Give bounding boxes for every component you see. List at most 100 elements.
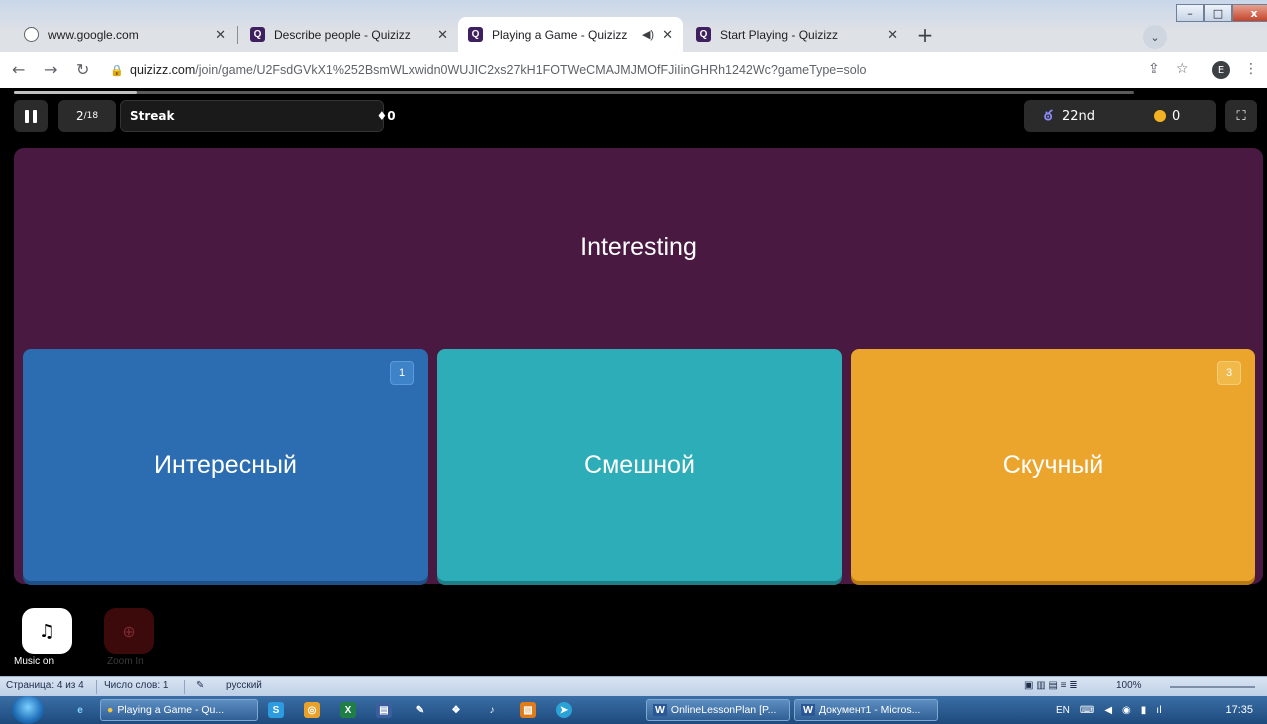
rank-value: 22nd [1062,108,1096,124]
taskbar-item-label: Документ1 - Micros... [818,704,921,716]
maximize-icon[interactable]: □ [1204,4,1232,22]
quizizz-icon: Q [250,27,265,42]
browser-toolbar: ← → ↻ 🔒 quizizz.com/join/game/U2FsdGVkX1… [0,52,1267,88]
media-icon[interactable]: ♪ [484,702,500,718]
clock[interactable]: 17:35 [1225,704,1253,716]
tab-describe-people[interactable]: Q Describe people - Quizizz ✕ [240,17,458,52]
word-status-bar: Страница: 4 из 4 Число слов: 1 ✎ русский… [0,676,1267,696]
page-count[interactable]: Страница: 4 из 4 [6,680,84,691]
progress-bar [14,91,1134,94]
paint-icon[interactable]: ✎ [412,702,428,718]
windows-taskbar: e ● Playing a Game - Qu... S ◎ X ▤ ✎ ❖ ♪… [0,696,1267,724]
proofing-icon[interactable]: ✎ [196,680,204,691]
network-app-icon[interactable]: ❖ [448,702,464,718]
globe-icon [24,27,39,42]
tab-google[interactable]: www.google.com ✕ [14,17,236,52]
fullscreen-icon: ⛶ [1236,108,1246,124]
zoom-in-button[interactable]: ⊕ [104,608,154,654]
save-icon[interactable]: ▤ [376,702,392,718]
answer-option-1[interactable]: Интересный 1 [23,349,428,581]
pause-button[interactable] [14,100,48,132]
word-icon: W [801,704,815,716]
tab-title: www.google.com [48,27,139,42]
answer-option-3[interactable]: Скучный 3 [851,349,1255,581]
tab-playing-game[interactable]: Q Playing a Game - Quizizz ◀︎) ✕ [458,17,683,52]
zoom-level[interactable]: 100% [1116,680,1142,691]
volume-icon[interactable]: ◀︎ [1104,705,1112,716]
profile-avatar[interactable]: E [1212,61,1230,79]
minimize-icon[interactable]: – [1176,4,1204,22]
taskbar-item-word-document[interactable]: W Документ1 - Micros... [794,699,938,721]
url-domain: quizizz.com [130,63,196,77]
language-indicator[interactable]: русский [226,680,262,691]
fullscreen-button[interactable]: ⛶ [1225,100,1257,132]
browser-chrome: www.google.com ✕ Q Describe people - Qui… [0,0,1267,88]
ie-icon[interactable]: e [72,702,88,718]
tab-search-icon[interactable]: ⌄ [1143,25,1167,49]
share-icon[interactable]: ⇪ [1148,61,1160,77]
quizizz-icon: Q [696,27,711,42]
window-controls: – □ x [1176,4,1267,22]
image-viewer-icon[interactable]: ▧ [520,702,536,718]
question-number: 2 [75,109,84,123]
view-buttons-icon[interactable]: ▣ ▥ ▤ ≡ ≣ [1024,680,1078,691]
music-note-icon: ♫ [38,620,56,642]
language-indicator[interactable]: EN [1056,705,1070,716]
medal-icon: ఠ [1044,108,1053,124]
chrome-icon: ● [107,704,114,716]
coins-badge: 0 [1142,100,1216,132]
option-text: Интересный [154,450,297,479]
answer-option-2[interactable]: Смешной [437,349,842,581]
tab-separator [237,26,238,44]
tab-close-icon[interactable]: ✕ [887,27,898,43]
tab-close-icon[interactable]: ✕ [662,27,673,43]
option-text: Скучный [1002,450,1104,479]
status-divider [96,680,97,694]
network-icon[interactable]: ◉ [1122,705,1131,716]
tab-title: Start Playing - Quizizz [720,27,839,42]
url-path: /join/game/U2FsdGVkX1%252BsmWLxwidn0WUJI… [195,63,867,77]
keyboard-icon[interactable]: ⌨ [1080,705,1094,716]
question-counter: 2/18 [58,100,116,132]
tab-title: Playing a Game - Quizizz [492,27,628,42]
excel-icon[interactable]: X [340,702,356,718]
signal-icon[interactable]: ıl [1156,705,1162,716]
zoom-in-icon: ⊕ [122,621,136,641]
tab-start-playing[interactable]: Q Start Playing - Quizizz ✕ [686,17,908,52]
game-page: 2/18 Streak ♦0 ఠ 22nd 0 ⛶ Interesting Ин… [0,88,1267,676]
bookmark-star-icon[interactable]: ☆ [1176,61,1189,77]
new-tab-button[interactable]: + [912,22,938,48]
taskbar-item-label: Playing a Game - Qu... [117,704,225,716]
option-key-badge: 3 [1217,361,1241,385]
window-close-icon[interactable]: x [1232,4,1267,22]
music-toggle-button[interactable]: ♫ [22,608,72,654]
streak-count-value: 0 [387,109,396,123]
back-icon[interactable]: ← [12,60,25,79]
question-text: Interesting [580,233,697,261]
zoom-slider[interactable] [1170,686,1255,688]
menu-kebab-icon[interactable]: ⋮ [1244,61,1258,77]
reload-icon[interactable]: ↻ [76,60,89,79]
address-bar[interactable]: 🔒 quizizz.com/join/game/U2FsdGVkX1%252Bs… [110,58,1190,82]
tab-close-icon[interactable]: ✕ [437,27,448,43]
telegram-icon[interactable]: ➤ [556,702,572,718]
tab-close-icon[interactable]: ✕ [215,27,226,43]
lock-icon: 🔒 [110,64,124,77]
start-button[interactable] [12,696,44,724]
streak-label: Streak [130,109,175,123]
word-count[interactable]: Число слов: 1 [104,680,168,691]
battery-icon[interactable]: ▮ [1141,705,1147,716]
option-key-badge: 1 [390,361,414,385]
skype-icon[interactable]: S [268,702,284,718]
taskbar-item-chrome[interactable]: ● Playing a Game - Qu... [100,699,258,721]
speaker-icon[interactable]: ◀︎) [642,28,654,41]
forward-icon[interactable]: → [44,60,57,79]
question-total: /18 [83,111,99,121]
taskbar-item-word-lessonplan[interactable]: W OnlineLessonPlan [P... [646,699,790,721]
app-icon[interactable]: ◎ [304,702,320,718]
option-text: Смешной [584,450,695,479]
flame-icon: ♦ [376,109,388,123]
coins-value: 0 [1172,108,1181,124]
coin-icon [1154,110,1166,122]
progress-fill [14,91,138,94]
